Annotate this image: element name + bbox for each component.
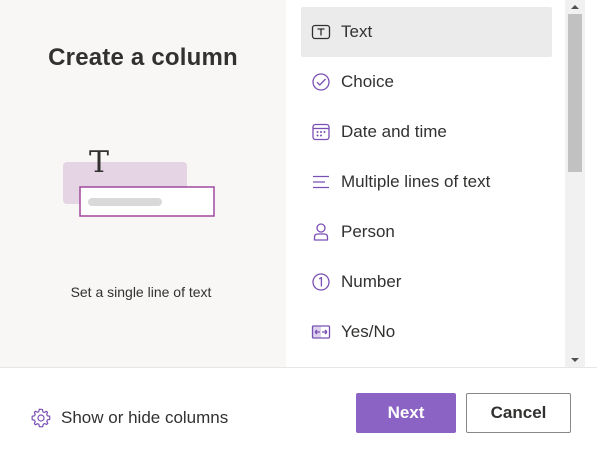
column-type-multiple-lines-of-text[interactable]: Multiple lines of text bbox=[301, 157, 552, 207]
show-hide-columns-link[interactable]: Show or hide columns bbox=[30, 407, 228, 429]
scrollbar-thumb[interactable] bbox=[568, 14, 582, 172]
number-circle-icon bbox=[311, 272, 331, 292]
column-type-label: Yes/No bbox=[341, 322, 396, 341]
person-icon bbox=[311, 222, 331, 242]
preview-panel: Create a column T Set a single line of t… bbox=[0, 0, 286, 367]
column-list-scrollbar[interactable] bbox=[565, 0, 585, 367]
column-type-panel: Text Choice Date and time Multiple lines… bbox=[286, 0, 597, 367]
panel-edge bbox=[585, 0, 597, 367]
column-type-label: Multiple lines of text bbox=[341, 172, 491, 191]
column-type-label: Person bbox=[341, 222, 395, 241]
column-type-person[interactable]: Person bbox=[301, 207, 552, 257]
dialog-footer: Show or hide columns Next Cancel bbox=[0, 368, 597, 461]
check-circle-icon bbox=[311, 72, 331, 92]
gear-icon bbox=[30, 407, 52, 429]
column-type-label: Text bbox=[341, 22, 373, 41]
column-type-yes-no[interactable]: Yes/No bbox=[301, 307, 552, 357]
next-button[interactable]: Next bbox=[356, 393, 456, 433]
text-field-illustration: T bbox=[60, 142, 220, 224]
column-type-date-and-time[interactable]: Date and time bbox=[301, 107, 552, 157]
illustration-glyph: T bbox=[89, 145, 109, 180]
scroll-down-arrow-icon[interactable] bbox=[565, 353, 585, 367]
toggle-yes-no-icon bbox=[311, 322, 331, 342]
scroll-up-arrow-icon[interactable] bbox=[565, 0, 585, 14]
cancel-button[interactable]: Cancel bbox=[466, 393, 571, 433]
column-type-text[interactable]: Text bbox=[301, 7, 552, 57]
column-type-label: Number bbox=[341, 272, 402, 291]
column-type-list: Text Choice Date and time Multiple lines… bbox=[301, 7, 552, 357]
panel-description: Set a single line of text bbox=[70, 284, 212, 300]
show-hide-columns-label: Show or hide columns bbox=[61, 408, 229, 427]
column-type-label: Choice bbox=[341, 72, 394, 91]
column-type-label: Date and time bbox=[341, 122, 447, 141]
column-type-number[interactable]: Number bbox=[301, 257, 552, 307]
text-lines-icon bbox=[311, 172, 331, 192]
calendar-icon bbox=[311, 122, 331, 142]
panel-title: Create a column bbox=[48, 44, 238, 71]
text-box-icon bbox=[311, 22, 331, 42]
column-type-choice[interactable]: Choice bbox=[301, 57, 552, 107]
